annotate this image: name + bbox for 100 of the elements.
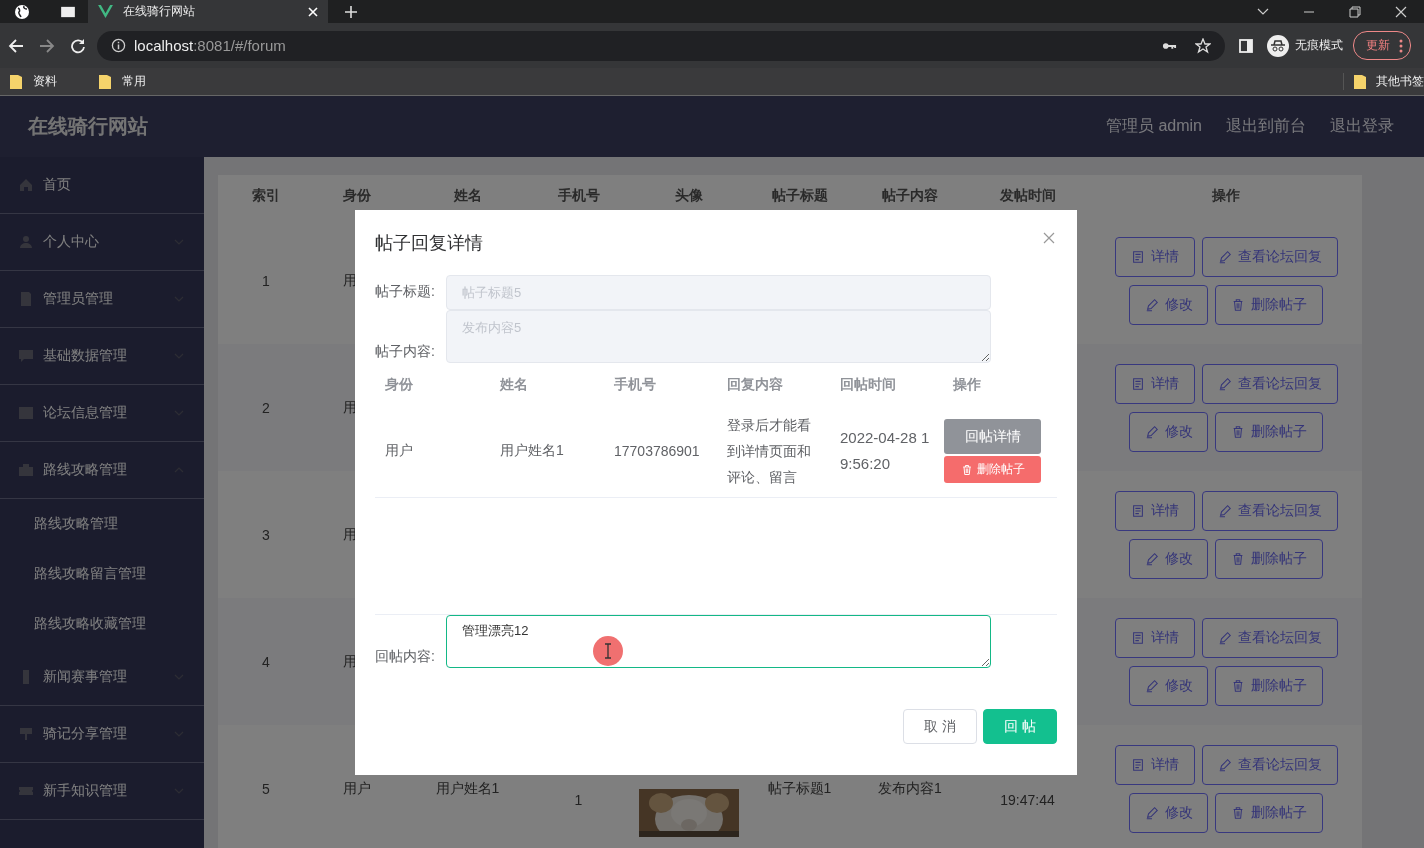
table-cell: 用: [343, 398, 357, 417]
column-header: 索引: [251, 187, 281, 205]
sidebar-subitem[interactable]: 路线攻略留言管理: [0, 549, 204, 599]
pen-icon: [1217, 630, 1232, 645]
action-button[interactable]: 查看论坛回复: [1201, 363, 1338, 404]
document-icon: [1130, 757, 1145, 772]
trash-icon: [1231, 297, 1245, 312]
action-button[interactable]: 修改: [1129, 665, 1208, 706]
pen-icon: [1144, 297, 1159, 312]
table-cell: 19:47:44: [1000, 791, 1055, 808]
table-cell: 用: [343, 525, 357, 544]
table-cell: 5: [262, 780, 270, 797]
table-cell: 用户: [385, 442, 413, 460]
trash-icon: [1231, 678, 1245, 693]
action-button[interactable]: 修改: [1129, 284, 1208, 325]
column-header: 手机号: [556, 187, 601, 205]
action-button[interactable]: 详情: [1114, 363, 1195, 404]
field-label: 帖子内容:: [375, 343, 436, 361]
action-button[interactable]: 删除帖子: [1215, 284, 1323, 325]
globe-icon[interactable]: [14, 3, 30, 20]
header-link[interactable]: 退出登录: [1330, 116, 1394, 137]
table-cell: 17703786901: [614, 443, 700, 459]
column-header: 姓名: [452, 187, 483, 205]
briefcase-icon: [18, 462, 34, 478]
new-tab-icon[interactable]: [345, 5, 357, 18]
user-label: 管理员 admin: [1105, 116, 1202, 136]
action-button[interactable]: 删除帖子: [1215, 665, 1323, 706]
table-cell: 帖子标题1: [767, 779, 832, 798]
sidebar-subitem[interactable]: 路线攻略管理: [0, 499, 204, 549]
side-panel-icon[interactable]: [1239, 38, 1253, 53]
folder-icon: [1354, 74, 1366, 89]
column-header: 帖子标题: [770, 187, 829, 205]
key-icon[interactable]: [1162, 40, 1177, 51]
pen-icon: [1217, 503, 1232, 518]
restore-icon[interactable]: [1349, 5, 1361, 18]
chat-icon: [18, 348, 34, 364]
column-header: 身份: [384, 376, 414, 394]
app-title: 在线骑行网站: [28, 114, 148, 139]
star-icon[interactable]: [1195, 37, 1211, 54]
bookmark[interactable]: 资料: [10, 73, 57, 90]
info-icon: [111, 38, 126, 53]
pen-icon: [1217, 757, 1232, 772]
flag-icon: [18, 726, 34, 742]
table-cell: 1: [574, 791, 583, 808]
action-button[interactable]: 回帖详情: [944, 419, 1041, 454]
document-icon: [1130, 630, 1145, 645]
action-button[interactable]: 修改: [1129, 538, 1208, 579]
v-logo-icon: [98, 5, 113, 18]
table-cell: 用户姓名1: [500, 442, 564, 460]
cancel-button[interactable]: 取 消: [903, 709, 977, 744]
table-cell: 用: [343, 652, 357, 671]
action-button[interactable]: 修改: [1129, 792, 1208, 833]
field-label: 帖子标题:: [375, 282, 436, 301]
column-header: 头像: [674, 187, 704, 205]
action-button[interactable]: 查看论坛回复: [1201, 744, 1338, 785]
pen-icon: [1144, 551, 1159, 566]
table-cell: 2: [262, 399, 270, 416]
action-button[interactable]: 详情: [1114, 236, 1195, 277]
browser-tab[interactable]: 在线骑行网站: [88, 0, 328, 23]
more-icon[interactable]: [1399, 38, 1403, 53]
action-button[interactable]: 查看论坛回复: [1201, 617, 1338, 658]
address-bar[interactable]: localhost:8081/#/forum: [97, 30, 1225, 61]
submit-button[interactable]: 回 帖: [983, 709, 1057, 744]
pen-icon: [1144, 678, 1159, 693]
table-cell-text: 2022-04-28 19:56:20: [840, 428, 931, 474]
document-icon: [1130, 249, 1145, 264]
column-header: 回复内容: [726, 376, 784, 394]
action-button[interactable]: 删除帖子: [1215, 411, 1323, 452]
sidebar-subitem[interactable]: 路线攻略收藏管理: [0, 599, 204, 649]
column-header: 回帖时间: [839, 376, 897, 394]
table-cell: 4: [262, 653, 270, 670]
action-button[interactable]: 详情: [1114, 617, 1195, 658]
trash-icon: [1231, 424, 1245, 439]
action-button[interactable]: 删除帖子: [1215, 792, 1323, 833]
pen-icon: [1144, 805, 1159, 820]
action-button[interactable]: 删除帖子: [1215, 538, 1323, 579]
action-button[interactable]: 查看论坛回复: [1201, 236, 1338, 277]
forward-icon[interactable]: [39, 37, 55, 54]
table-cell-text: 登录后才能看到详情页面和评论、留言: [727, 416, 812, 487]
table-cell: 3: [262, 526, 270, 543]
field-label: 回帖内容:: [375, 648, 436, 666]
table-cell: 用: [343, 271, 357, 290]
column-header: 帖子内容: [881, 187, 939, 205]
action-button[interactable]: 修改: [1129, 411, 1208, 452]
trash-icon: [1231, 805, 1245, 820]
back-icon[interactable]: [8, 37, 24, 54]
bookmark[interactable]: 常用: [99, 73, 146, 90]
action-button[interactable]: 详情: [1114, 744, 1195, 785]
reply-field[interactable]: 管理漂亮12: [446, 615, 991, 668]
action-button[interactable]: 查看论坛回复: [1201, 490, 1338, 531]
reload-icon[interactable]: [70, 37, 86, 54]
close-icon[interactable]: [1395, 5, 1407, 18]
incognito-button[interactable]: 无痕模式: [1261, 34, 1349, 57]
table-cell: 发布内容1: [878, 779, 942, 798]
other-bookmarks[interactable]: 其他书签: [1343, 73, 1424, 90]
document-icon: [18, 291, 34, 307]
incognito-icon: [1267, 34, 1289, 57]
action-button[interactable]: 删除帖子: [944, 456, 1041, 483]
action-button[interactable]: 详情: [1114, 490, 1195, 531]
header-link[interactable]: 退出到前台: [1226, 116, 1306, 137]
